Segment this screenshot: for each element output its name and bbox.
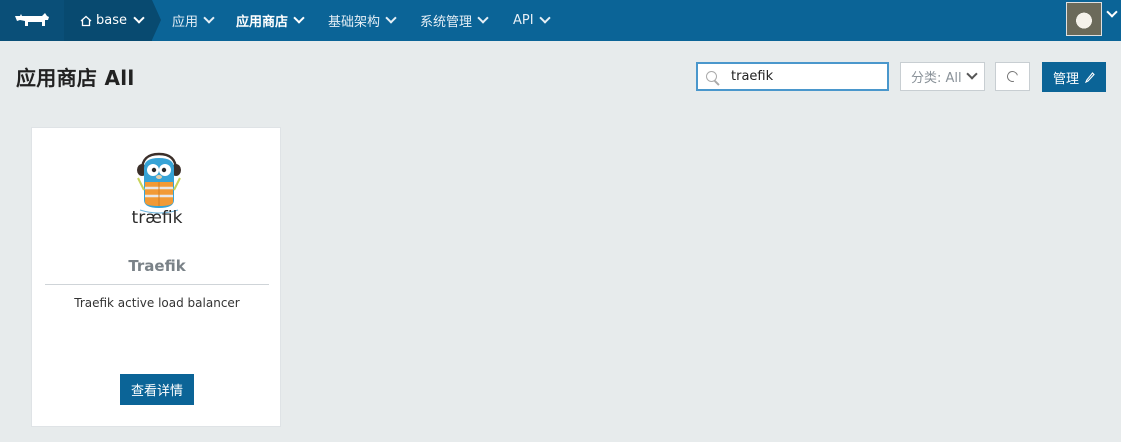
nav-catalog[interactable]: 应用商店 [236,0,305,41]
page-title: 应用商店 All [16,66,135,90]
nav-admin[interactable]: 系统管理 [420,0,489,41]
home-icon [80,15,92,26]
view-details-button[interactable]: 查看详情 [120,374,194,405]
card-description: Traefik active load balancer [74,296,240,310]
nav-apps[interactable]: 应用 [172,0,215,41]
nav-api-label: API [513,13,534,28]
card-title: Traefik [128,257,186,275]
chevron-down-icon[interactable] [1106,6,1118,18]
card-divider [45,284,269,285]
nav-apps-label: 应用 [172,15,199,30]
category-select-label: 分类: All [911,71,962,86]
nav-infrastructure[interactable]: 基础架构 [328,0,397,41]
manage-button-label: 管理 [1052,71,1079,87]
refresh-button[interactable] [995,62,1030,91]
chevron-down-icon [203,12,215,24]
chevron-down-icon [385,12,397,24]
manage-button[interactable]: 管理 [1042,62,1106,92]
pencil-icon [1085,71,1095,83]
chevron-down-icon [965,68,978,80]
catalog-card[interactable]: træfik Traefik Traefik active load balan… [31,127,281,427]
user-avatar[interactable] [1066,2,1102,36]
search-input[interactable] [731,69,871,84]
nav-infrastructure-label: 基础架构 [328,15,381,30]
environment-switcher[interactable]: base [64,0,152,41]
nav-admin-label: 系统管理 [420,15,473,30]
chevron-down-icon [133,12,145,24]
refresh-icon [1004,68,1021,85]
top-navbar: base 应用 应用商店 基础架构 系统管理 API [0,0,1121,41]
chevron-down-icon [538,12,551,24]
nav-catalog-label: 应用商店 [236,15,289,30]
chevron-down-icon [293,12,305,24]
category-select[interactable]: 分类: All [900,62,985,91]
environment-name: base [96,13,127,28]
search-box[interactable] [696,62,889,91]
chevron-down-icon [477,12,489,24]
environment-arrow [152,0,161,40]
traefik-logo-text: træfik [131,208,183,228]
rancher-cow-icon [15,12,49,26]
search-icon [706,71,717,82]
rancher-logo[interactable] [0,0,64,41]
nav-api[interactable]: API [513,0,551,41]
